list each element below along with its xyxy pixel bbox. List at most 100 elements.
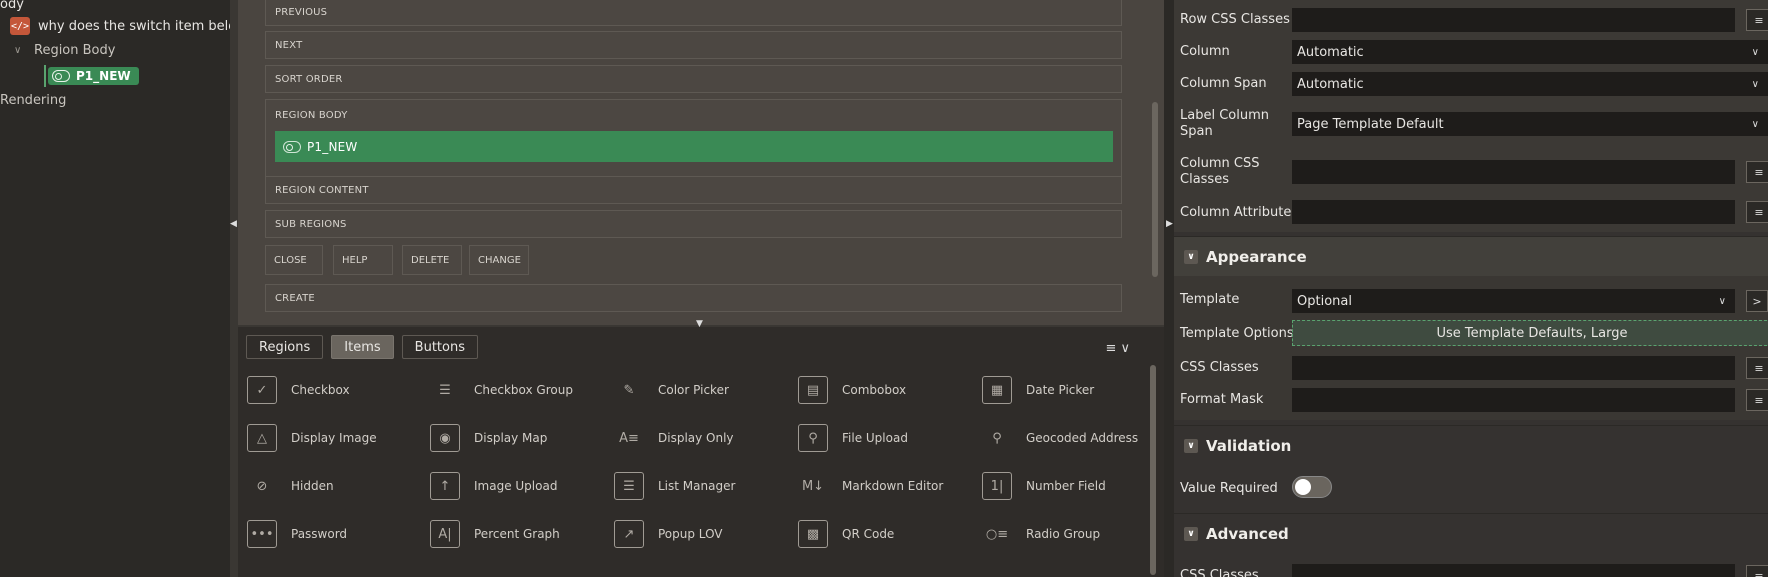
left-splitter[interactable]: ◀ bbox=[230, 0, 238, 577]
gallery-item-password[interactable]: ••• Password bbox=[247, 519, 347, 549]
chevron-down-icon: ∨ bbox=[1751, 46, 1759, 58]
item-label: QR Code bbox=[842, 527, 895, 541]
gallery-item-popup-lov[interactable]: ↗ Popup LOV bbox=[614, 519, 723, 549]
collapse-right-icon[interactable]: ▶ bbox=[1166, 219, 1173, 229]
tree-row-p1-new[interactable]: P1_NEW bbox=[44, 64, 139, 88]
slot-change[interactable]: CHANGE bbox=[469, 245, 529, 275]
column-css-classes-input[interactable] bbox=[1292, 160, 1735, 184]
slot-previous[interactable]: PREVIOUS bbox=[265, 0, 1122, 26]
button-label: Use Template Defaults, Large bbox=[1436, 325, 1628, 341]
label-row-css-classes: Row CSS Classes bbox=[1180, 12, 1290, 27]
value-required-switch[interactable] bbox=[1292, 476, 1332, 498]
chevron-down-icon[interactable]: ∨ bbox=[14, 45, 24, 56]
item-label: Color Picker bbox=[658, 383, 729, 397]
gallery-item-image-upload[interactable]: ↑ Image Upload bbox=[430, 471, 557, 501]
slot-create[interactable]: CREATE bbox=[265, 284, 1122, 312]
markdown-icon: M↓ bbox=[801, 478, 825, 494]
collapse-left-icon[interactable]: ◀ bbox=[230, 219, 237, 229]
chevron-down-icon: ∨ bbox=[1751, 78, 1759, 90]
number-icon: 1| bbox=[982, 472, 1012, 500]
slot-help[interactable]: HELP bbox=[333, 245, 393, 275]
slot-close[interactable]: CLOSE bbox=[265, 245, 323, 275]
qr-code-icon: ▩ bbox=[798, 520, 828, 548]
gallery-item-hidden[interactable]: ⊘ Hidden bbox=[247, 471, 334, 501]
layout-pane: PREVIOUS NEXT SORT ORDER REGION BODY P1_… bbox=[238, 0, 1164, 577]
item-label: Display Map bbox=[474, 431, 548, 445]
map-pin-icon: ⚲ bbox=[992, 430, 1002, 446]
format-mask-input[interactable] bbox=[1292, 388, 1735, 412]
item-label: Hidden bbox=[291, 479, 334, 493]
slot-sub-regions[interactable]: SUB REGIONS bbox=[265, 210, 1122, 238]
column-attributes-input[interactable] bbox=[1292, 200, 1735, 224]
column-select[interactable]: Automatic ∨ bbox=[1292, 40, 1768, 64]
advanced-header[interactable]: ∨ Advanced bbox=[1174, 513, 1768, 553]
tree-item-selected[interactable]: P1_NEW bbox=[48, 67, 139, 85]
slot-delete[interactable]: DELETE bbox=[402, 245, 462, 275]
layout-scrollbar[interactable] bbox=[1152, 102, 1158, 277]
tab-items[interactable]: Items bbox=[331, 335, 394, 359]
gallery-item-date-picker[interactable]: ▦ Date Picker bbox=[982, 375, 1094, 405]
group-title: Advanced bbox=[1206, 524, 1289, 543]
combobox-icon: ▤ bbox=[798, 376, 828, 404]
gallery-item-geocoded-address[interactable]: ⚲ Geocoded Address bbox=[982, 423, 1138, 453]
gallery-item-list-manager[interactable]: ☰ List Manager bbox=[614, 471, 735, 501]
gallery-item-percent-graph[interactable]: A| Percent Graph bbox=[430, 519, 560, 549]
layout-item-p1-new[interactable]: P1_NEW bbox=[275, 131, 1113, 162]
template-options-button[interactable]: Use Template Defaults, Large bbox=[1292, 320, 1768, 346]
tab-buttons[interactable]: Buttons bbox=[401, 335, 478, 359]
row-css-classes-input[interactable] bbox=[1292, 8, 1735, 32]
item-label: Percent Graph bbox=[474, 527, 560, 541]
gallery-item-checkbox-group[interactable]: ☰ Checkbox Group bbox=[430, 375, 573, 405]
gallery-scrollbar[interactable] bbox=[1150, 365, 1156, 575]
adv-css-classes-input[interactable] bbox=[1292, 564, 1735, 577]
label-template-options: Template Options bbox=[1180, 326, 1294, 341]
list-icon[interactable]: ≡ bbox=[1746, 9, 1768, 31]
list-icon[interactable]: ≡ bbox=[1746, 565, 1768, 577]
gallery-item-combobox[interactable]: ▤ Combobox bbox=[798, 375, 906, 405]
template-select[interactable]: Optional ∨ bbox=[1292, 289, 1735, 313]
rendering-tree: ody </> why does the switch item below h… bbox=[0, 0, 275, 577]
gallery-item-number-field[interactable]: 1| Number Field bbox=[982, 471, 1106, 501]
slot-region-content[interactable]: REGION CONTENT bbox=[265, 176, 1122, 204]
file-search-icon: ⚲ bbox=[798, 424, 828, 452]
map-icon: ◉ bbox=[430, 424, 460, 452]
list-icon[interactable]: ≡ bbox=[1746, 389, 1768, 411]
validation-header[interactable]: ∨ Validation bbox=[1174, 425, 1768, 465]
appearance-header[interactable]: ∨ Appearance bbox=[1174, 236, 1768, 276]
gallery-menu-icon[interactable]: ≡ ∨ bbox=[1105, 341, 1130, 356]
gallery-item-display-map[interactable]: ◉ Display Map bbox=[430, 423, 547, 453]
list-icon[interactable]: ≡ bbox=[1746, 161, 1768, 183]
go-to-template-icon[interactable]: > bbox=[1746, 290, 1768, 312]
label-adv-css-classes: CSS Classes bbox=[1180, 568, 1259, 577]
calendar-icon: ▦ bbox=[982, 376, 1012, 404]
css-classes-input[interactable] bbox=[1292, 356, 1735, 380]
gallery-item-color-picker[interactable]: ✎ Color Picker bbox=[614, 375, 729, 405]
label-column-css-classes: Column CSS Classes bbox=[1180, 156, 1260, 187]
label-column-span-select[interactable]: Page Template Default ∨ bbox=[1292, 112, 1768, 136]
layout-canvas: PREVIOUS NEXT SORT ORDER REGION BODY P1_… bbox=[238, 0, 1164, 325]
list-icon[interactable]: ≡ bbox=[1746, 201, 1768, 223]
select-value: Automatic bbox=[1297, 76, 1364, 92]
label-css-classes: CSS Classes bbox=[1180, 360, 1259, 375]
tab-regions[interactable]: Regions bbox=[246, 335, 324, 359]
tree-row-region-body[interactable]: ∨ Region Body bbox=[14, 38, 115, 62]
slot-sort-order[interactable]: SORT ORDER bbox=[265, 65, 1122, 93]
slot-next[interactable]: NEXT bbox=[265, 31, 1122, 59]
tab-label: Items bbox=[344, 339, 381, 355]
slot-label: HELP bbox=[342, 254, 368, 266]
gallery-item-markdown-editor[interactable]: M↓ Markdown Editor bbox=[798, 471, 943, 501]
gallery-item-checkbox[interactable]: ✓ Checkbox bbox=[247, 375, 350, 405]
tree-row-rendering[interactable]: Rendering bbox=[0, 88, 66, 112]
list-icon[interactable]: ≡ bbox=[1746, 357, 1768, 379]
gallery-item-file-upload[interactable]: ⚲ File Upload bbox=[798, 423, 908, 453]
gallery-item-display-image[interactable]: △ Display Image bbox=[247, 423, 377, 453]
item-label: Checkbox bbox=[291, 383, 350, 397]
gallery-item-qr-code[interactable]: ▩ QR Code bbox=[798, 519, 894, 549]
gallery-item-display-only[interactable]: A≡ Display Only bbox=[614, 423, 733, 453]
item-label: Checkbox Group bbox=[474, 383, 573, 397]
color-picker-icon: ✎ bbox=[623, 382, 635, 398]
right-splitter[interactable]: ▶ bbox=[1164, 0, 1174, 577]
column-span-select[interactable]: Automatic ∨ bbox=[1292, 72, 1768, 96]
label-column-span: Column Span bbox=[1180, 76, 1267, 91]
gallery-item-radio-group[interactable]: ○≡ Radio Group bbox=[982, 519, 1100, 549]
